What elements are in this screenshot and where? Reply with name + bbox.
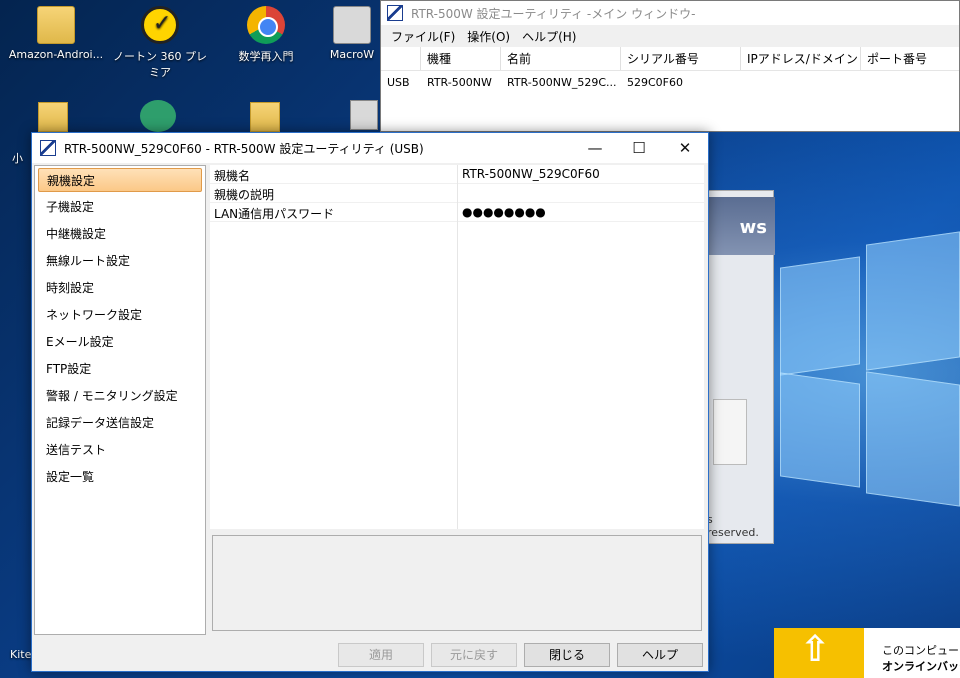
windows-logo-pane [866,371,960,507]
main-window-title: RTR-500W 設定ユーティリティ -メイン ウィンドウ- [411,6,696,21]
norton-icon [141,6,179,44]
column-header-serial[interactable]: シリアル番号 [621,47,741,70]
column-header-conn [381,47,421,70]
main-menubar: ファイル(F) 操作(O) ヘルプ(H) [381,25,959,47]
desktop-icon-label: ノートン 360 プレミア [113,50,207,79]
minimize-button[interactable]: — [572,133,618,163]
app-icon[interactable] [350,100,378,130]
property-value[interactable]: ●●●●●●●● [462,205,546,219]
device-table-header: 機種 名前 シリアル番号 IPアドレス/ドメイン ポート番号 [381,47,959,71]
desktop-label-kite: Kite [10,648,32,661]
chrome-icon [247,6,285,44]
menu-file[interactable]: ファイル(F) [385,28,461,45]
device-image [713,399,747,465]
property-key: LAN通信用パスワード [214,207,335,221]
description-box [212,535,702,631]
nav-item-email-settings[interactable]: Eメール設定 [38,330,202,354]
main-window[interactable]: RTR-500W 設定ユーティリティ -メイン ウィンドウ- ファイル(F) 操… [380,0,960,132]
cell-name: RTR-500NW_529C... [507,75,617,89]
windows-logo-pane [780,372,860,488]
main-window-titlebar[interactable]: RTR-500W 設定ユーティリティ -メイン ウィンドウ- [381,1,959,25]
notification-toast[interactable]: ⇧ このコンピュータに オンラインバック [774,628,960,678]
menu-help[interactable]: ヘルプ(H) [516,28,582,45]
cell-model: RTR-500NW [427,75,492,89]
property-key: 親機の説明 [214,188,275,202]
close-button[interactable]: 閉じる [524,643,610,667]
upload-arrow-icon: ⇧ [800,629,831,670]
desktop-icon-label: Amazon-Androi... [8,48,104,61]
dialog-title: RTR-500NW_529C0F60 - RTR-500W 設定ユーティリティ … [64,141,424,156]
maximize-button[interactable]: ☐ [616,133,662,163]
column-header-ip[interactable]: IPアドレス/ドメイン [741,47,861,70]
column-header-name[interactable]: 名前 [501,47,621,70]
desktop-icon-label: MacroW [329,48,375,61]
splash-brand: ws [739,217,767,238]
desktop-icon-amazon[interactable]: Amazon-Androi... [6,6,106,61]
windows-logo-pane [866,231,960,371]
nav-item-transmission-test[interactable]: 送信テスト [38,438,202,462]
nav-item-settings-list[interactable]: 設定一覧 [38,465,202,489]
nav-item-parent-settings[interactable]: 親機設定 [38,168,202,192]
nav-item-wireless-route[interactable]: 無線ルート設定 [38,249,202,273]
revert-button[interactable]: 元に戻す [431,643,517,667]
table-row[interactable]: USB RTR-500NW RTR-500NW_529C... 529C0F60 [381,71,959,93]
menu-operation[interactable]: 操作(O) [461,28,516,45]
desktop-icon-norton[interactable]: ノートン 360 プレミア [110,6,210,80]
settings-dialog[interactable]: RTR-500NW_529C0F60 - RTR-500W 設定ユーティリティ … [31,132,709,672]
notification-line1: このコンピュータに [882,644,960,657]
app-logo-icon [387,5,403,21]
atom-icon[interactable] [140,100,176,132]
splash-copyright: s reserved. [707,513,759,539]
splash-window: ws s reserved. [706,190,775,544]
desktop-icon-label: 数学再入門 [238,50,294,63]
property-value[interactable]: RTR-500NW_529C0F60 [462,167,600,181]
app-logo-icon [40,140,56,156]
column-header-port[interactable]: ポート番号 [861,47,959,70]
cell-conn: USB [387,75,410,89]
help-button[interactable]: ヘルプ [617,643,703,667]
nav-item-alarm-monitoring[interactable]: 警報 / モニタリング設定 [38,384,202,408]
property-key: 親機名 [214,169,251,183]
folder-icon[interactable] [250,102,280,132]
nav-item-network-settings[interactable]: ネットワーク設定 [38,303,202,327]
folder-icon [37,6,75,44]
desktop-icon-macro[interactable]: MacroW [322,6,382,61]
app-icon [333,6,371,44]
desktop-label-small: 小 [12,152,23,165]
close-window-button[interactable]: ✕ [662,133,708,163]
desktop-icon-math[interactable]: 数学再入門 [216,6,316,64]
nav-item-child-settings[interactable]: 子機設定 [38,195,202,219]
cell-serial: 529C0F60 [627,75,683,89]
column-header-model[interactable]: 機種 [421,47,501,70]
settings-nav-pane: 親機設定 子機設定 中継機設定 無線ルート設定 時刻設定 ネットワーク設定 Eメ… [34,165,206,635]
nav-item-ftp-settings[interactable]: FTP設定 [38,357,202,381]
windows-logo-pane [780,256,860,376]
nav-item-repeater-settings[interactable]: 中継機設定 [38,222,202,246]
notification-line2: オンラインバック [882,660,960,673]
nav-item-time-settings[interactable]: 時刻設定 [38,276,202,300]
grid-column-divider[interactable] [457,165,458,529]
nav-item-data-transmission[interactable]: 記録データ送信設定 [38,411,202,435]
folder-icon[interactable] [38,102,68,132]
apply-button[interactable]: 適用 [338,643,424,667]
